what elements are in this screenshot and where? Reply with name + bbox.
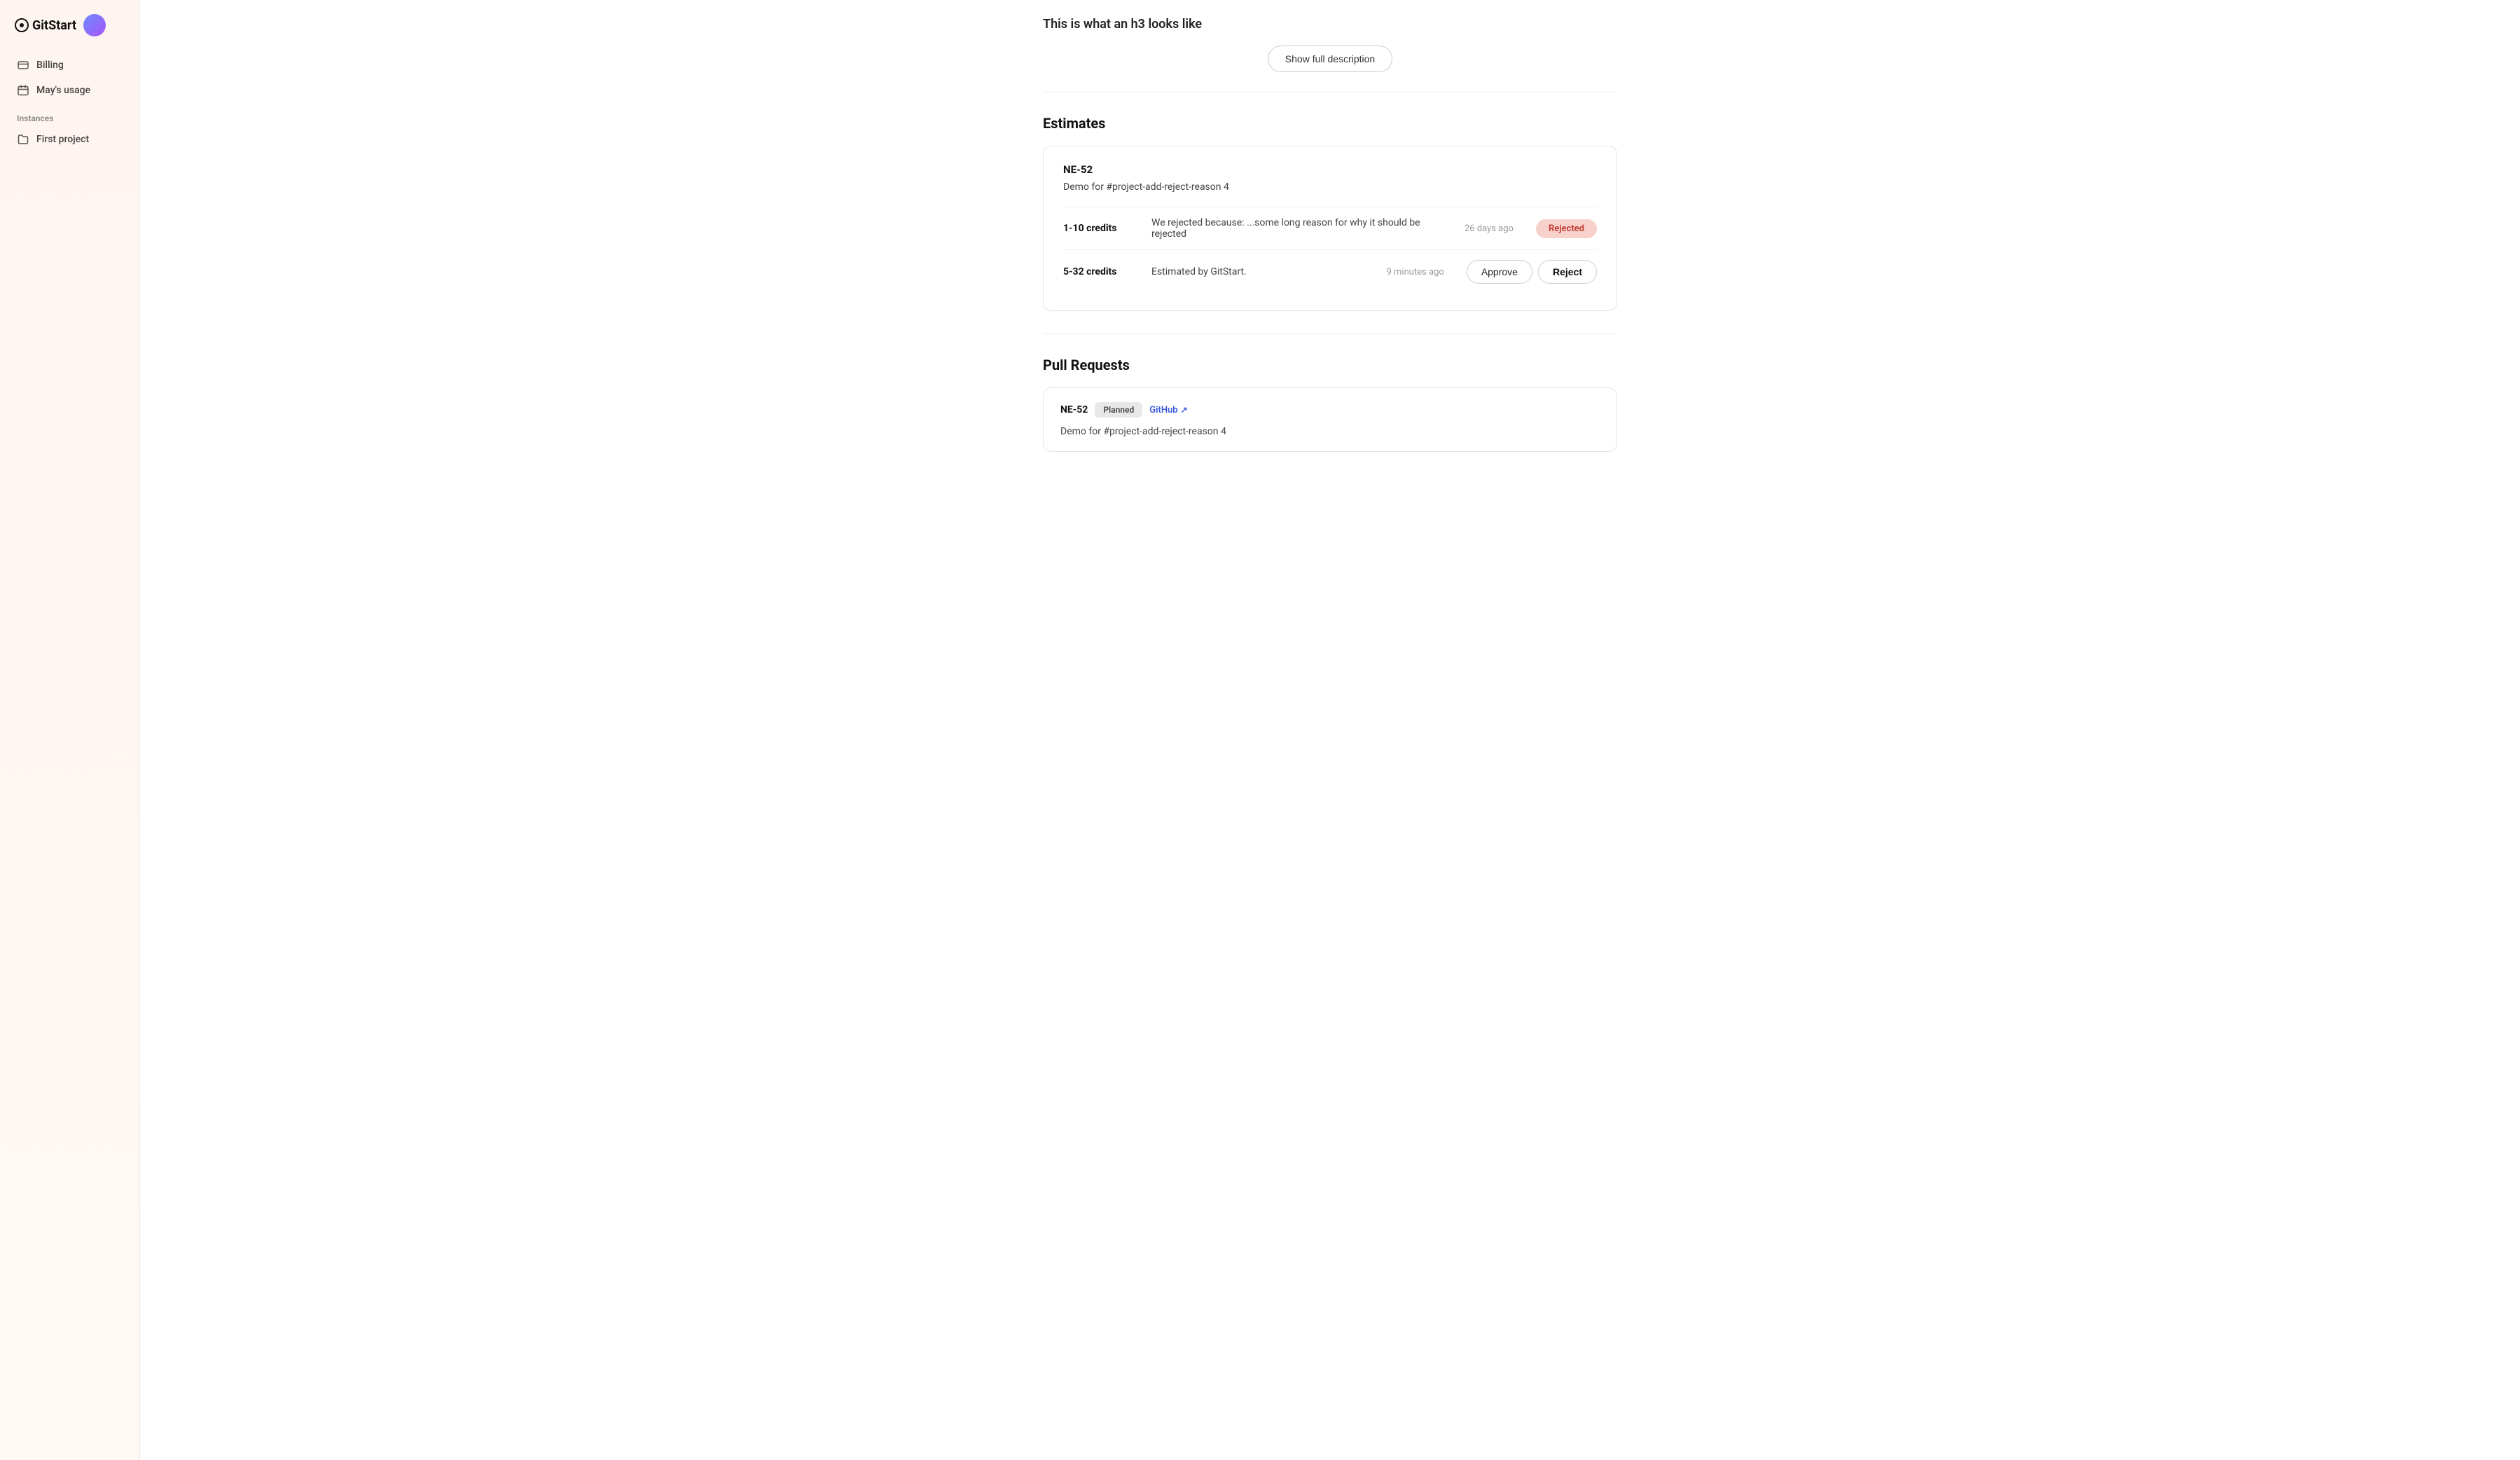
pr-card-header: NE-52 Planned GitHub ↗ [1060, 402, 1600, 418]
github-link-label: GitHub [1149, 405, 1177, 415]
gitstart-logo-icon [14, 18, 29, 33]
estimate-time-1: 26 days ago [1465, 223, 1514, 234]
sidebar-item-mays-usage-label: May's usage [36, 85, 90, 96]
avatar[interactable] [83, 14, 106, 36]
sidebar: GitStart Billing [0, 0, 140, 1460]
estimate-reason-1: We rejected because: ...some long reason… [1151, 217, 1453, 240]
estimate-actions-2: Approve Reject [1467, 260, 1597, 284]
estimate-card-desc: Demo for #project-add-reject-reason 4 [1063, 181, 1597, 193]
sidebar-item-billing-label: Billing [36, 60, 64, 71]
billing-icon [17, 59, 29, 71]
github-link[interactable]: GitHub ↗ [1149, 405, 1187, 415]
sidebar-instances-nav: First project [0, 128, 139, 151]
estimate-credits-2: 5-32 credits [1063, 266, 1140, 277]
pr-card: NE-52 Planned GitHub ↗ Demo for #project… [1043, 387, 1617, 452]
logo-label: GitStart [32, 18, 76, 33]
pull-requests-title: Pull Requests [1043, 357, 1617, 373]
folder-icon [17, 133, 29, 146]
estimate-row-pending: 5-32 credits Estimated by GitStart. 9 mi… [1063, 249, 1597, 294]
sidebar-item-mays-usage[interactable]: May's usage [8, 78, 131, 102]
sidebar-logo: GitStart [0, 14, 139, 53]
estimate-reason-2: Estimated by GitStart. [1151, 266, 1376, 277]
estimate-time-2: 9 minutes ago [1387, 267, 1444, 277]
estimate-row-rejected: 1-10 credits We rejected because: ...som… [1063, 207, 1597, 249]
heading-section: This is what an h3 looks like Show full … [1043, 17, 1617, 92]
pr-card-id: NE-52 [1060, 404, 1088, 415]
estimate-card-id: NE-52 [1063, 163, 1597, 176]
estimate-credits-1: 1-10 credits [1063, 223, 1140, 234]
planned-badge: Planned [1095, 402, 1142, 418]
sidebar-item-first-project[interactable]: First project [8, 128, 131, 151]
logo[interactable]: GitStart [14, 18, 76, 33]
main-content: This is what an h3 looks like Show full … [140, 0, 2520, 1460]
sidebar-nav: Billing May's usage [0, 53, 139, 102]
page-title: This is what an h3 looks like [1043, 17, 1617, 32]
estimate-card: NE-52 Demo for #project-add-reject-reaso… [1043, 146, 1617, 311]
pr-card-desc: Demo for #project-add-reject-reason 4 [1060, 426, 1600, 437]
external-link-icon: ↗ [1181, 405, 1188, 415]
estimates-section: Estimates NE-52 Demo for #project-add-re… [1043, 92, 1617, 334]
rejected-badge: Rejected [1536, 219, 1597, 238]
approve-button[interactable]: Approve [1467, 260, 1532, 284]
estimate-actions-1: Rejected [1536, 219, 1597, 238]
reject-button[interactable]: Reject [1538, 260, 1597, 284]
sidebar-item-billing[interactable]: Billing [8, 53, 131, 77]
pull-requests-section: Pull Requests NE-52 Planned GitHub ↗ Dem… [1043, 334, 1617, 474]
sidebar-item-first-project-label: First project [36, 134, 89, 145]
instances-section-label: Instances [0, 102, 139, 128]
calendar-icon [17, 84, 29, 97]
estimates-title: Estimates [1043, 115, 1617, 132]
show-full-description-button[interactable]: Show full description [1268, 46, 1392, 72]
